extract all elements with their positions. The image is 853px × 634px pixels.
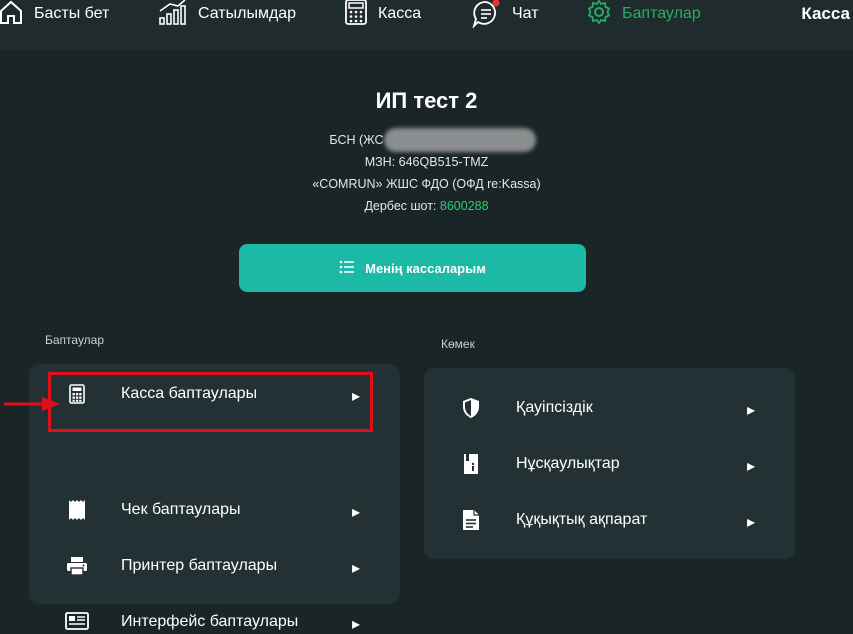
bin-label: БСН (ЖС: [329, 133, 384, 147]
top-navigation: Басты бет Сатылымдар Касса Чат Баптаулар…: [0, 0, 853, 50]
settings-item-label: Интерфейс баптаулары: [121, 613, 299, 630]
help-item-security[interactable]: Қауіпсіздік ▸: [424, 380, 795, 436]
chevron-right-icon: ▸: [352, 504, 361, 521]
manual-icon: [460, 452, 482, 476]
nav-settings[interactable]: Баптаулар: [586, 0, 701, 28]
shield-icon: [460, 396, 482, 420]
red-arrow-annotation-icon: [4, 397, 60, 416]
personal-account-label: Дербес шот:: [364, 199, 437, 213]
calculator-icon: [344, 0, 368, 30]
help-item-label: Нұсқаулықтар: [516, 455, 620, 472]
nav-sales[interactable]: Сатылымдар: [158, 0, 296, 28]
chevron-right-icon: ▸: [747, 402, 756, 419]
home-icon: [0, 0, 24, 30]
highlight-annotation-box: [48, 372, 373, 432]
nav-chat[interactable]: Чат: [472, 0, 539, 30]
personal-account-line: Дербес шот: 8600288: [0, 199, 853, 213]
settings-item-label: Принтер баптаулары: [121, 557, 278, 574]
personal-account-value: 8600288: [439, 199, 489, 213]
nav-kassa-label: Касса: [378, 5, 422, 22]
mzn-line: МЗН: 646QB515-TMZ: [364, 155, 489, 169]
chevron-right-icon: ▸: [747, 514, 756, 531]
chevron-right-icon: ▸: [352, 560, 361, 577]
printer-icon: [65, 555, 89, 577]
nav-sales-label: Сатылымдар: [198, 5, 297, 22]
interface-icon: [65, 611, 89, 633]
help-item-label: Құқықтық ақпарат: [516, 511, 648, 528]
settings-section-title: Баптаулар: [45, 333, 105, 347]
settings-item-interface[interactable]: Интерфейс баптаулары ▸: [29, 594, 400, 633]
help-item-manuals[interactable]: Нұсқаулықтар ▸: [424, 436, 795, 492]
settings-item-receipt[interactable]: Чек баптаулары ▸: [29, 482, 400, 538]
chevron-right-icon: ▸: [352, 616, 361, 633]
settings-page: ИП тест 2 БСН (ЖС МЗН: 646QB515-TMZ «COM…: [0, 50, 853, 633]
ofd-line: «COMRUN» ЖШС ФДО (ОФД re:Kassa): [312, 177, 541, 191]
help-section-title: Көмек: [441, 337, 475, 351]
receipt-icon: [66, 499, 88, 521]
document-icon: [460, 508, 482, 532]
brand-title: Касса: [801, 4, 850, 23]
help-panel: Қауіпсіздік ▸ Нұсқаулықтар ▸ Құқықтық ақ…: [424, 368, 795, 559]
chat-icon: [472, 0, 502, 30]
redacted-bin: [384, 128, 536, 152]
gear-icon: [586, 0, 612, 30]
chevron-right-icon: ▸: [747, 458, 756, 475]
nav-home-label: Басты бет: [34, 5, 110, 22]
settings-item-printer[interactable]: Принтер баптаулары ▸: [29, 538, 400, 594]
my-kassas-label: Менің кассаларым: [365, 260, 486, 276]
help-item-legal[interactable]: Құқықтық ақпарат ▸: [424, 492, 795, 548]
nav-kassa[interactable]: Касса: [344, 0, 421, 28]
nav-chat-label: Чат: [512, 5, 539, 22]
nav-home[interactable]: Басты бет: [0, 0, 109, 28]
help-item-label: Қауіпсіздік: [516, 399, 593, 416]
sales-chart-icon: [158, 0, 188, 31]
my-kassas-button[interactable]: Менің кассаларым: [239, 244, 586, 292]
company-title: ИП тест 2: [375, 88, 478, 113]
nav-settings-label: Баптаулар: [622, 5, 701, 22]
settings-item-label: Чек баптаулары: [121, 501, 241, 518]
list-icon: [339, 260, 355, 277]
